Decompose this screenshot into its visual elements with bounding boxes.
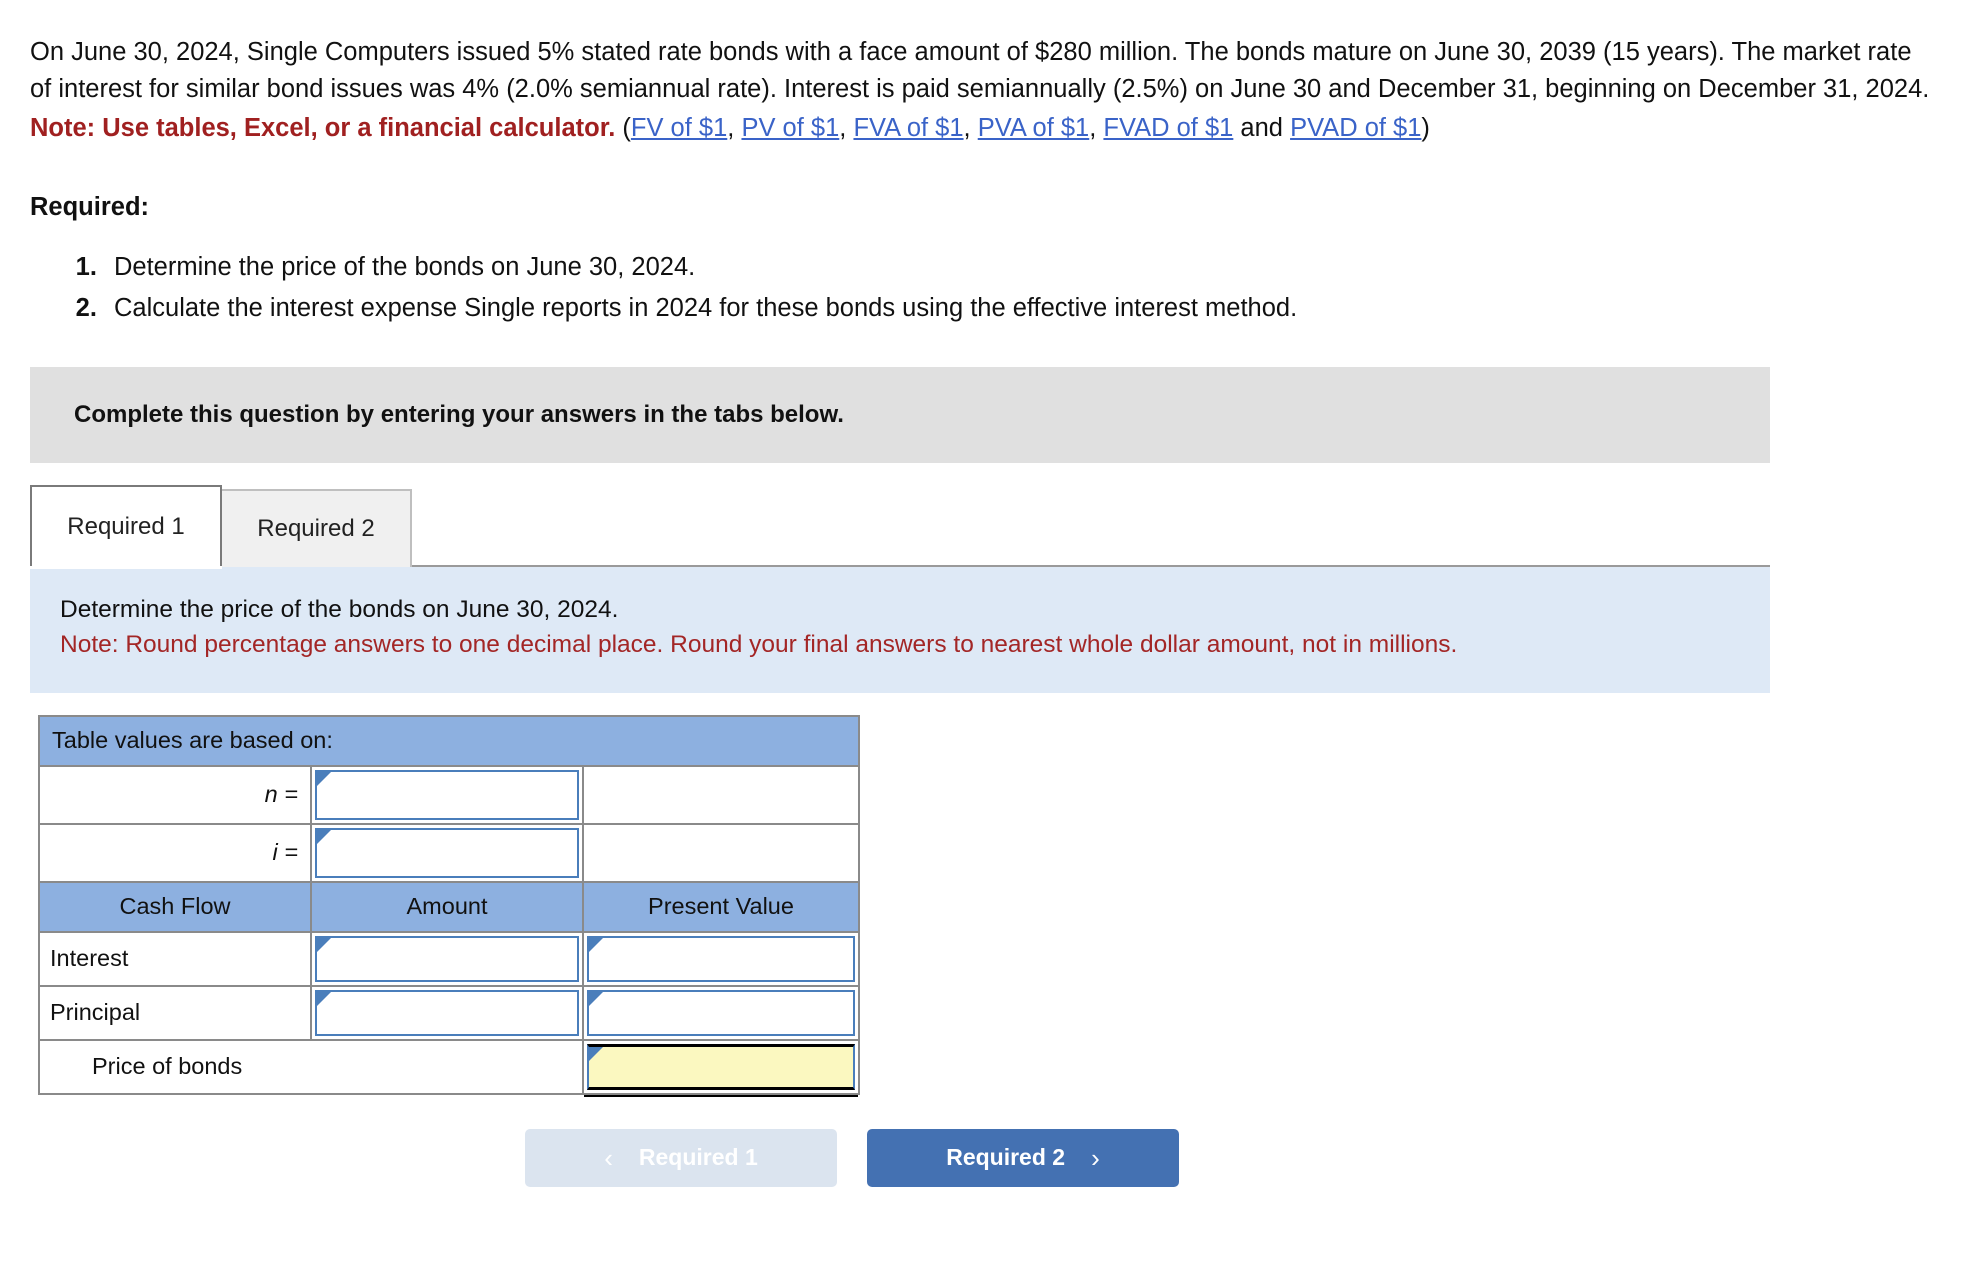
table-header-row: Cash Flow Amount Present Value [38,880,860,933]
row-label-price-of-bonds: Price of bonds [38,1038,584,1095]
price-of-bonds-input[interactable] [587,1043,855,1090]
tab-required-1-label: Required 1 [67,513,185,541]
link-sep-2: , [839,113,854,142]
link-sep-3: , [963,113,978,142]
principal-present-value-cell[interactable] [582,984,860,1041]
paren-close: ) [1421,113,1430,142]
principal-present-value-input[interactable] [587,989,855,1036]
n-input[interactable] [315,769,579,820]
price-of-bonds-cell[interactable] [582,1038,860,1098]
banner-text: Complete this question by entering your … [74,401,844,429]
prev-required-1-button[interactable]: ‹ Required 1 [525,1128,837,1187]
interest-amount-input[interactable] [315,935,579,982]
link-fvad-of-1[interactable]: FVAD of $1 [1103,114,1233,142]
table-row-price-of-bonds: Price of bonds [38,1038,860,1098]
answer-table: Table values are based on: n = i = Cash … [38,714,860,1098]
required-item-1: Determine the price of the bonds on June… [104,248,1966,287]
instruction-panel: Determine the price of the bonds on June… [30,567,1770,693]
n-input-cell[interactable] [310,764,584,825]
link-sep-4: , [1089,113,1104,142]
next-button-label: Required 2 [946,1144,1066,1171]
header-cash-flow: Cash Flow [38,880,312,933]
table-row-i: i = [38,822,860,883]
table-values-based-on-label: Table values are based on: [38,714,860,767]
instruction-rounding-note: Note: Round percentage answers to one de… [60,631,1458,659]
link-fva-of-1[interactable]: FVA of $1 [853,114,963,142]
prev-button-label: Required 1 [638,1144,758,1171]
tab-required-2[interactable]: Required 2 [220,489,412,568]
table-row-interest: Interest [38,930,860,987]
i-label: i = [38,822,312,883]
n-empty-cell [582,764,860,825]
required-item-2: Calculate the interest expense Single re… [104,289,1966,328]
required-heading: Required: [30,192,150,221]
chevron-left-icon: ‹ [604,1142,613,1173]
interest-present-value-cell[interactable] [582,930,860,987]
n-label: n = [38,764,312,825]
complete-question-banner: Complete this question by entering your … [30,367,1770,464]
required-list: Determine the price of the bonds on June… [30,248,1966,328]
note-with-table-links: Note: Use tables, Excel, or a financial … [30,110,1930,147]
link-fv-of-1[interactable]: FV of $1 [631,114,727,142]
answer-table-wrapper: Table values are based on: n = i = Cash … [38,714,1966,1098]
question-page: On June 30, 2024, Single Computers issue… [0,0,1966,1272]
link-and-word: and [1233,113,1291,142]
table-band-row: Table values are based on: [38,714,860,767]
principal-amount-input[interactable] [315,989,579,1036]
chevron-right-icon: › [1091,1142,1100,1173]
header-present-value: Present Value [582,880,860,933]
link-pva-of-1[interactable]: PVA of $1 [978,114,1090,142]
table-row-principal: Principal [38,984,860,1041]
note-label: Note: Use tables, Excel, or a financial … [30,113,616,142]
interest-amount-cell[interactable] [310,930,584,987]
i-empty-cell [582,822,860,883]
row-label-principal: Principal [38,984,312,1041]
navigation-buttons: ‹ Required 1 Required 2 › [525,1128,1966,1187]
problem-paragraph: On June 30, 2024, Single Computers issue… [30,38,1930,103]
row-label-interest: Interest [38,930,312,987]
problem-statement: On June 30, 2024, Single Computers issue… [30,34,1930,147]
header-amount: Amount [310,880,584,933]
instruction-line-1: Determine the price of the bonds on June… [60,596,619,624]
interest-present-value-input[interactable] [587,935,855,982]
principal-amount-cell[interactable] [310,984,584,1041]
i-input-cell[interactable] [310,822,584,883]
link-pvad-of-1[interactable]: PVAD of $1 [1290,114,1421,142]
tab-required-2-label: Required 2 [257,515,375,543]
link-sep-1: , [727,113,742,142]
i-input[interactable] [315,827,579,878]
tab-required-1[interactable]: Required 1 [30,485,222,570]
tab-strip: Required 1 Required 2 [30,483,1770,570]
link-pv-of-1[interactable]: PV of $1 [741,114,839,142]
table-row-n: n = [38,764,860,825]
paren-open: ( [615,113,631,142]
next-required-2-button[interactable]: Required 2 › [867,1128,1179,1187]
